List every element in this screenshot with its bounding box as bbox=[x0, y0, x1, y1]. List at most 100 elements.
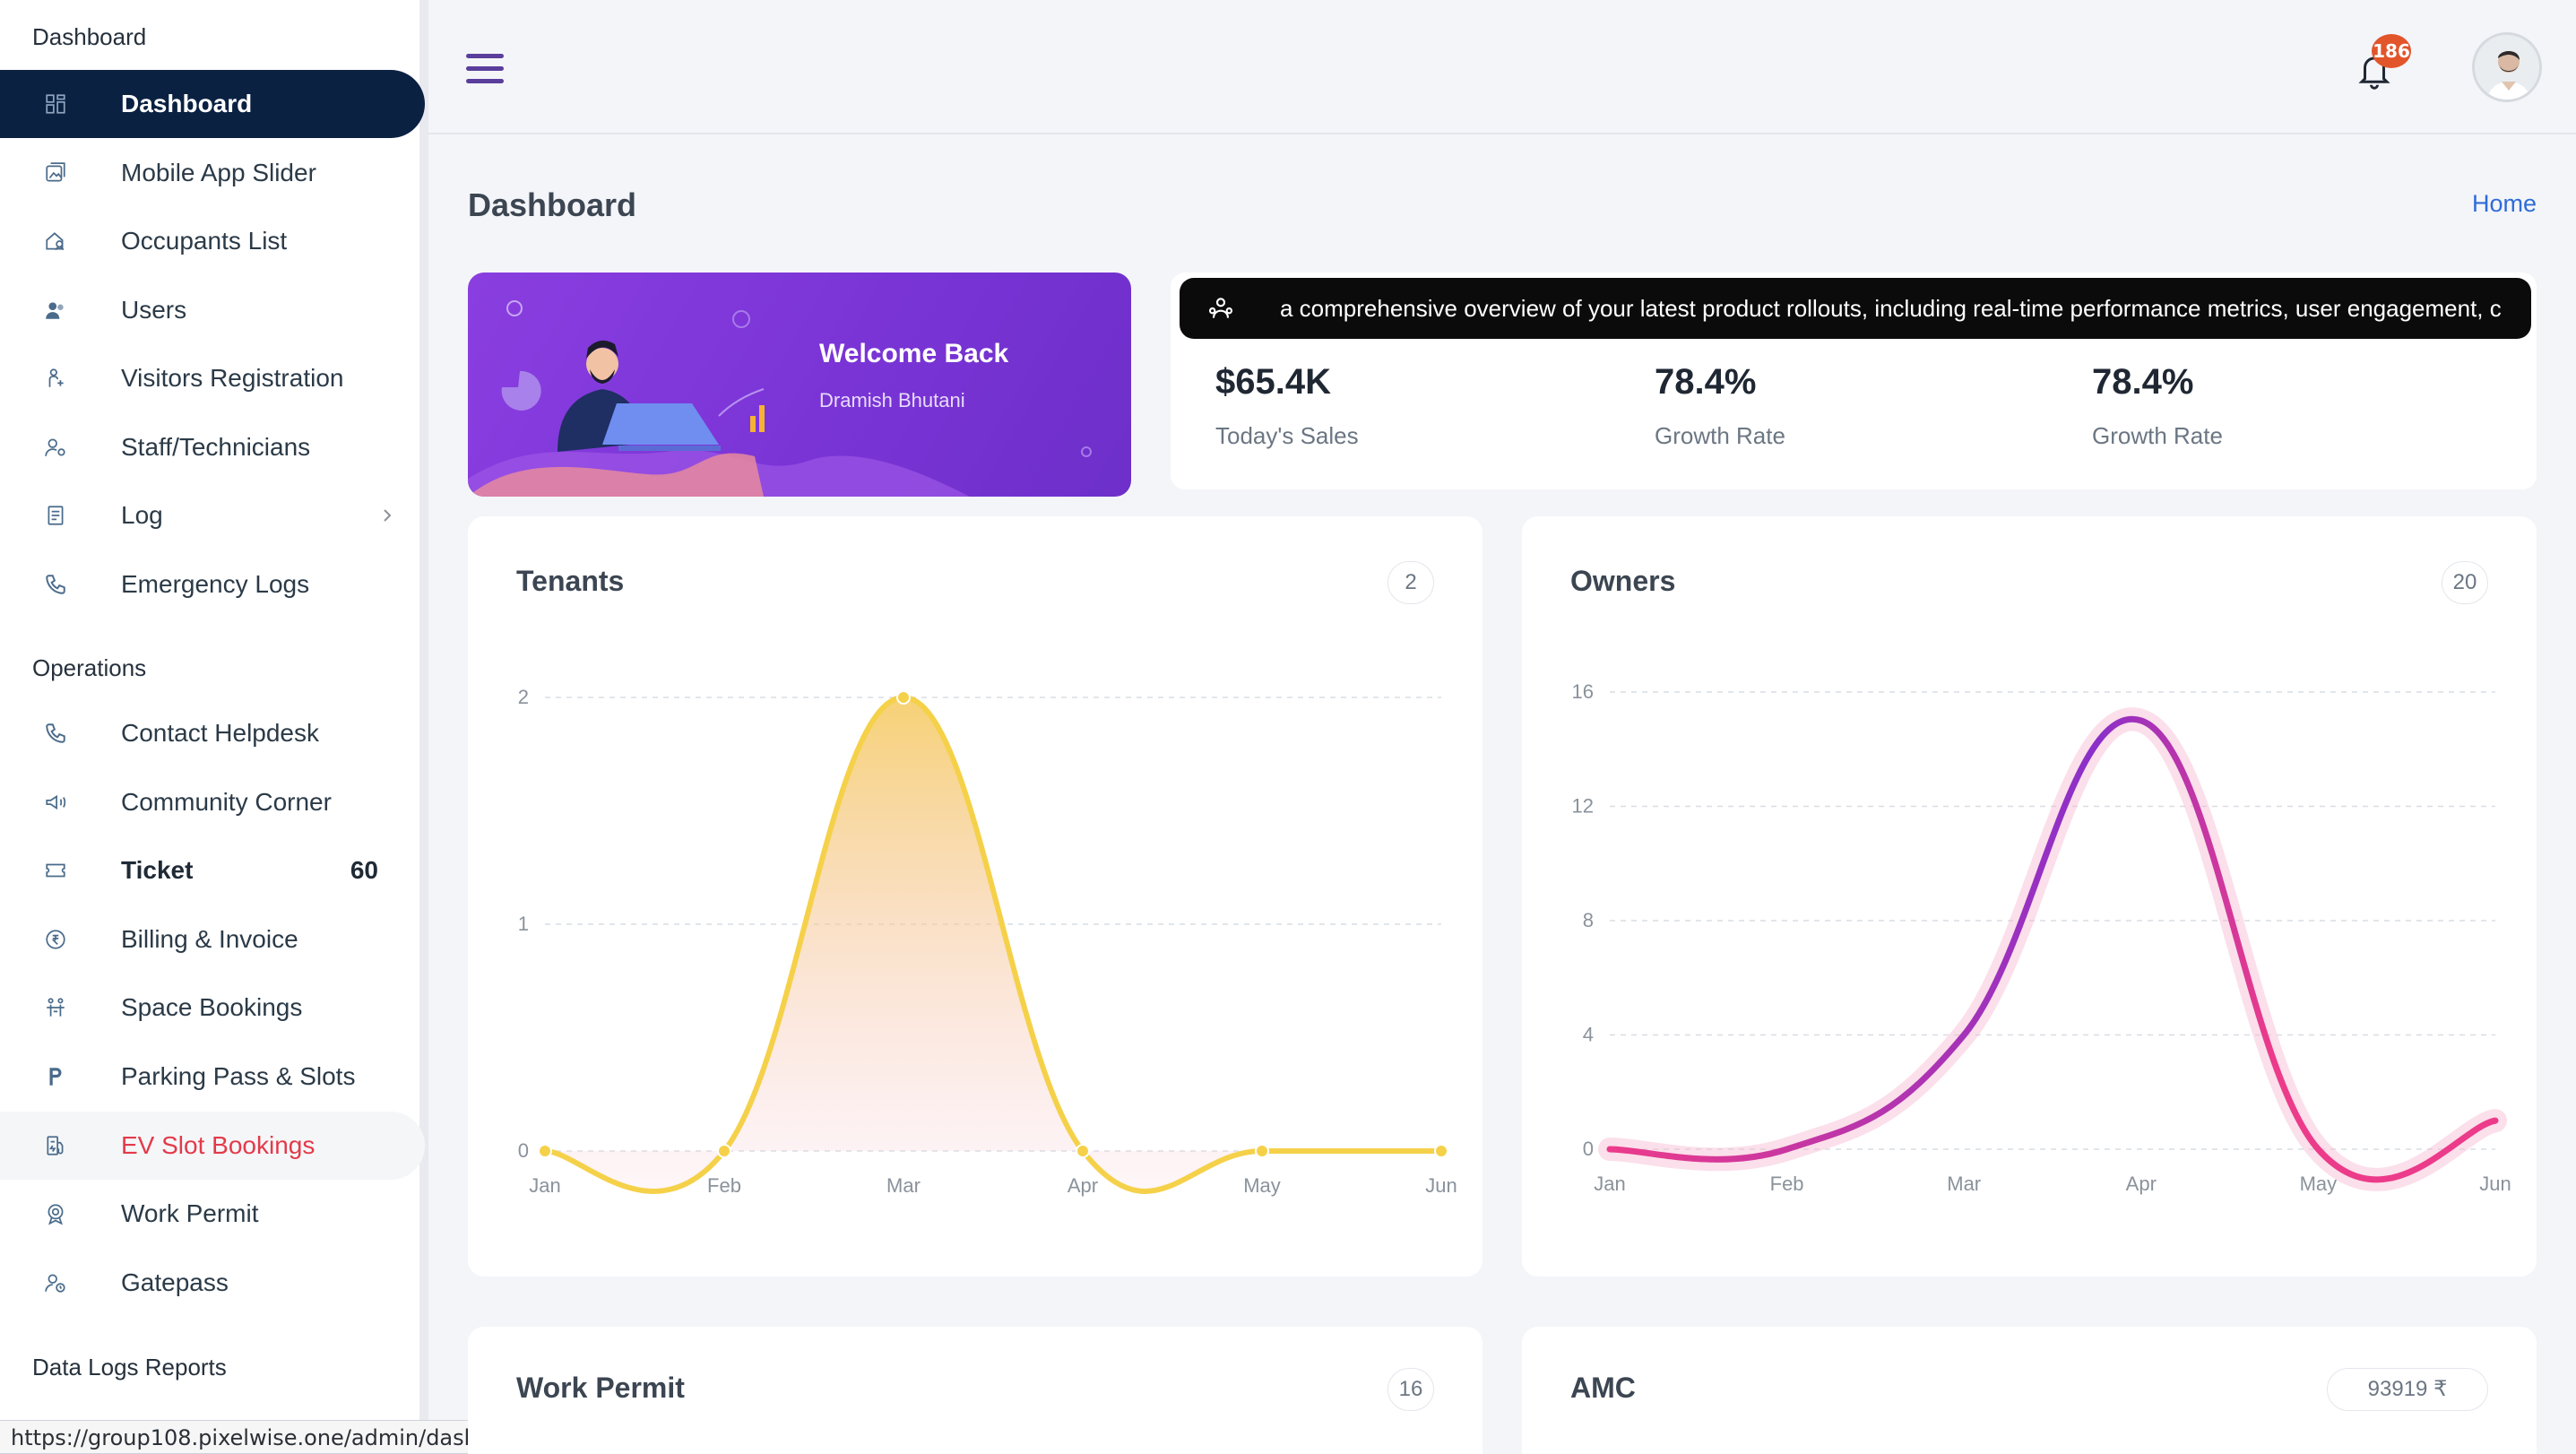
phone-icon bbox=[39, 717, 72, 749]
sidebar-item-work-permit[interactable]: Work Permit bbox=[0, 1180, 425, 1248]
ticket-icon bbox=[39, 854, 72, 887]
data-point[interactable] bbox=[538, 1144, 552, 1158]
sidebar-item-label: Parking Pass & Slots bbox=[121, 1062, 356, 1090]
y-tick-label: 16 bbox=[1572, 680, 1594, 703]
welcome-user-name: Dramish Bhutani bbox=[819, 389, 965, 411]
y-tick-label: 12 bbox=[1572, 795, 1594, 818]
grid-icon bbox=[39, 88, 72, 120]
data-point[interactable] bbox=[1960, 1032, 1967, 1039]
sidebar-item-ticket[interactable]: Ticket 60 bbox=[0, 836, 425, 904]
sidebar-item-label: Occupants List bbox=[121, 227, 288, 255]
x-tick-label: Mar bbox=[1947, 1173, 1981, 1195]
sidebar-item-label: Visitors Registration bbox=[121, 364, 344, 392]
stat-value: 78.4% bbox=[1655, 362, 1757, 402]
amc-card: AMC 93919 ₹ bbox=[1522, 1327, 2537, 1454]
owners-chart: 0481216Jan Feb Mar Apr May Jun bbox=[1572, 680, 2511, 1195]
sidebar-item-label: Users bbox=[121, 296, 187, 324]
data-point[interactable] bbox=[717, 1144, 731, 1158]
sidebar-item-billing-invoice[interactable]: Billing & Invoice bbox=[0, 905, 425, 974]
notification-badge: 186 bbox=[2372, 34, 2411, 68]
stat-growth-rate-2: 78.4% Growth Rate bbox=[2092, 362, 2223, 450]
sidebar-section-operations: Operations bbox=[32, 654, 147, 681]
sidebar-item-label: Contact Helpdesk bbox=[121, 719, 320, 747]
stat-value: 78.4% bbox=[2092, 362, 2194, 402]
data-point[interactable] bbox=[1784, 1146, 1791, 1153]
sidebar-item-parking-pass-slots[interactable]: Parking Pass & Slots bbox=[0, 1043, 425, 1111]
work-permit-card: Work Permit 16 bbox=[468, 1327, 1482, 1454]
y-tick-label: 1 bbox=[518, 913, 529, 935]
sidebar-item-ev-slot-bookings[interactable]: EV Slot Bookings bbox=[0, 1112, 425, 1180]
tenants-card: Tenants 2 0 1 2 Jan Feb Mar Apr May Jun bbox=[468, 516, 1482, 1277]
page-title: Dashboard bbox=[468, 186, 637, 223]
sidebar-item-label: Community Corner bbox=[121, 788, 332, 816]
breadcrumb-home-link[interactable]: Home bbox=[2472, 190, 2537, 218]
card-count-badge: 93919 ₹ bbox=[2327, 1368, 2488, 1411]
home-user-icon bbox=[39, 225, 72, 257]
sidebar-item-label: Ticket bbox=[121, 856, 194, 884]
parking-icon bbox=[39, 1060, 72, 1093]
tenants-chart: 0 1 2 Jan Feb Mar Apr May Jun bbox=[518, 686, 1457, 1197]
sidebar-item-label: Dashboard bbox=[121, 90, 253, 117]
sidebar-item-space-bookings[interactable]: Space Bookings bbox=[0, 974, 425, 1042]
welcome-card: Welcome Back Dramish Bhutani bbox=[468, 273, 1131, 497]
sidebar-item-visitors-registration[interactable]: Visitors Registration bbox=[0, 344, 425, 412]
sidebar-item-mobile-app-slider[interactable]: Mobile App Slider bbox=[0, 139, 425, 207]
ticker-text: a comprehensive overview of your latest … bbox=[1280, 295, 2502, 322]
sidebar-item-occupants-list[interactable]: Occupants List bbox=[0, 207, 425, 275]
stat-label: Today's Sales bbox=[1215, 422, 1359, 449]
data-point[interactable] bbox=[2138, 717, 2145, 724]
card-count-badge: 16 bbox=[1387, 1368, 1434, 1411]
data-point[interactable] bbox=[1434, 1144, 1448, 1158]
series-area bbox=[545, 697, 1441, 1191]
announcement-ticker: a comprehensive overview of your latest … bbox=[1180, 278, 2531, 339]
phone-icon bbox=[39, 568, 72, 601]
x-tick-label: Feb bbox=[707, 1174, 741, 1197]
images-icon bbox=[39, 157, 72, 189]
staff-icon bbox=[39, 431, 72, 463]
x-tick-label: Feb bbox=[1770, 1173, 1804, 1195]
sidebar-item-label: Log bbox=[121, 501, 163, 529]
sidebar-item-dashboard[interactable]: Dashboard bbox=[0, 70, 425, 138]
x-tick-label: Jun bbox=[2479, 1173, 2511, 1195]
stat-label: Growth Rate bbox=[1655, 422, 1785, 449]
series-line bbox=[1606, 715, 2499, 1183]
stat-label: Growth Rate bbox=[2092, 422, 2223, 449]
sidebar-item-community-corner[interactable]: Community Corner bbox=[0, 768, 425, 836]
rupee-icon bbox=[39, 923, 72, 956]
users-icon bbox=[39, 294, 72, 326]
avatar[interactable] bbox=[2472, 32, 2542, 102]
badge-icon bbox=[39, 1198, 72, 1230]
data-point[interactable] bbox=[1606, 1146, 1613, 1153]
y-tick-label: 8 bbox=[1583, 909, 1594, 931]
x-tick-label: Mar bbox=[886, 1174, 921, 1197]
sidebar-item-contact-helpdesk[interactable]: Contact Helpdesk bbox=[0, 699, 425, 767]
welcome-illustration bbox=[468, 300, 1092, 497]
space-icon bbox=[39, 991, 72, 1024]
data-point[interactable] bbox=[2314, 1146, 2321, 1153]
data-point[interactable] bbox=[1076, 1144, 1090, 1158]
ticket-count-badge: 60 bbox=[350, 856, 378, 884]
y-tick-label: 0 bbox=[1583, 1138, 1594, 1160]
sidebar-item-users[interactable]: Users bbox=[0, 276, 425, 344]
x-tick-label: Apr bbox=[1068, 1174, 1098, 1197]
sidebar-item-emergency-logs[interactable]: Emergency Logs bbox=[0, 550, 425, 619]
sidebar-item-gatepass[interactable]: Gatepass bbox=[0, 1249, 425, 1317]
sidebar-item-label: Emergency Logs bbox=[121, 570, 310, 598]
sidebar-item-staff-technicians[interactable]: Staff/Technicians bbox=[0, 413, 425, 481]
chevron-right-icon bbox=[376, 505, 398, 526]
data-point[interactable] bbox=[1255, 1144, 1269, 1158]
sidebar-item-label: Staff/Technicians bbox=[121, 433, 311, 461]
sidebar-section-data-logs-reports: Data Logs Reports bbox=[32, 1354, 227, 1380]
sidebar-item-log[interactable]: Log bbox=[0, 481, 425, 550]
sidebar: Dashboard Dashboard Mobile App Slider Oc… bbox=[0, 0, 428, 1454]
welcome-title: Welcome Back bbox=[819, 339, 1009, 368]
stat-value: $65.4K bbox=[1215, 362, 1331, 402]
sidebar-item-label: Mobile App Slider bbox=[121, 159, 316, 186]
menu-toggle-icon[interactable] bbox=[466, 54, 504, 84]
top-header: 186 bbox=[428, 0, 2576, 134]
ev-icon bbox=[39, 1129, 72, 1162]
data-point[interactable] bbox=[2492, 1117, 2499, 1124]
x-tick-label: May bbox=[1243, 1174, 1281, 1197]
series-glow bbox=[1598, 707, 2507, 1191]
data-point[interactable] bbox=[896, 690, 911, 705]
